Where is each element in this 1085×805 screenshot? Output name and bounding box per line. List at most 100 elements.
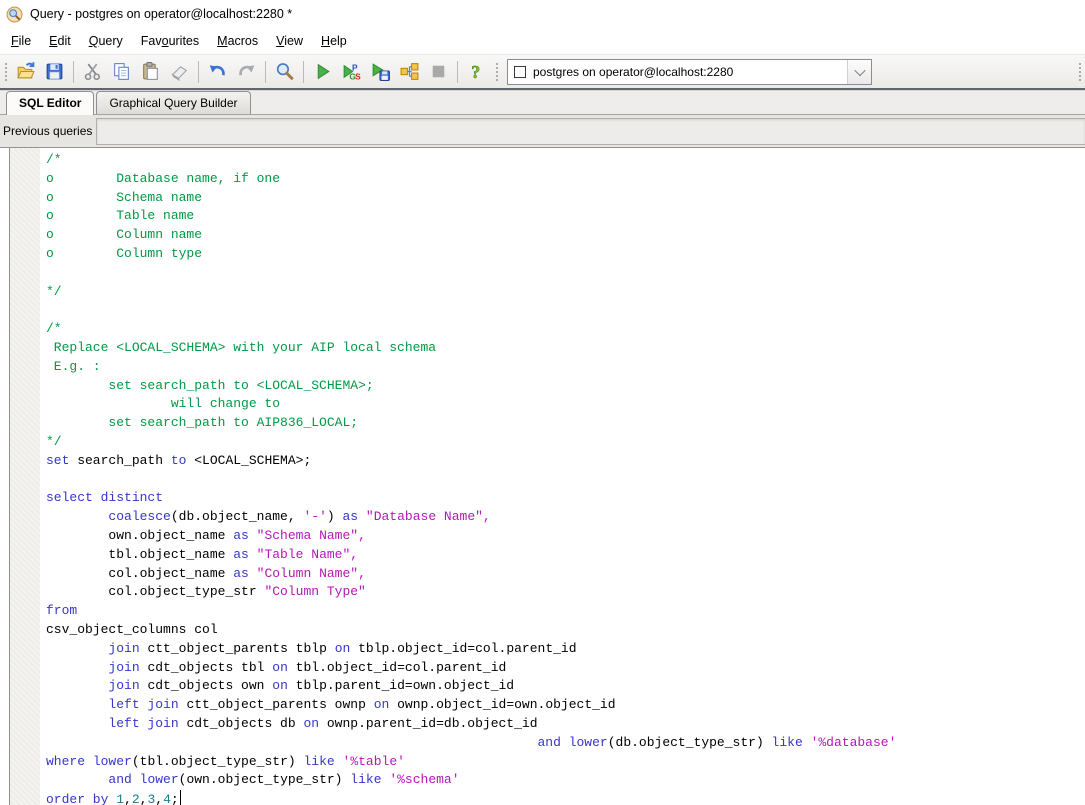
copy-icon: [111, 61, 132, 82]
code-line[interactable]: */: [46, 433, 1085, 452]
code-line[interactable]: [46, 471, 1085, 490]
code-line[interactable]: and lower(own.object_type_str) like '%sc…: [46, 771, 1085, 790]
code-line[interactable]: left join ctt_object_parents ownp on own…: [46, 696, 1085, 715]
menu-bar: File Edit Query Favourites Macros View H…: [0, 28, 1085, 54]
execute-to-file-icon: [370, 61, 391, 82]
code-line[interactable]: o Column name: [46, 226, 1085, 245]
code-line[interactable]: coalesce(db.object_name, '-') as "Databa…: [46, 508, 1085, 527]
code-line[interactable]: from: [46, 602, 1085, 621]
execute-to-file-button[interactable]: [367, 58, 394, 85]
find-button[interactable]: [271, 58, 298, 85]
menu-macros[interactable]: Macros: [208, 30, 267, 52]
svg-text:?: ?: [471, 62, 480, 82]
connection-combobox[interactable]: postgres on operator@localhost:2280: [507, 59, 872, 85]
execute-query-icon: [312, 61, 333, 82]
code-line[interactable]: set search_path to AIP836_LOCAL;: [46, 414, 1085, 433]
explain-query-button[interactable]: [396, 58, 423, 85]
code-line[interactable]: where lower(tbl.object_type_str) like '%…: [46, 753, 1085, 772]
toolbar-separator: [73, 61, 74, 83]
code-line[interactable]: o Column type: [46, 245, 1085, 264]
menu-file[interactable]: File: [2, 30, 40, 52]
code-line[interactable]: col.object_type_str "Column Type": [46, 583, 1085, 602]
menu-query[interactable]: Query: [80, 30, 132, 52]
code-line[interactable]: [46, 264, 1085, 283]
code-line[interactable]: [46, 301, 1085, 320]
code-line[interactable]: Replace <LOCAL_SCHEMA> with your AIP loc…: [46, 339, 1085, 358]
redo-button[interactable]: [233, 58, 260, 85]
code-line[interactable]: /*: [46, 320, 1085, 339]
tab-sql-editor[interactable]: SQL Editor: [6, 91, 94, 115]
open-file-button[interactable]: [12, 58, 39, 85]
execute-pgscript-icon: P G S: [341, 61, 362, 82]
toolbar: P G S: [0, 54, 1085, 88]
code-line[interactable]: o Database name, if one: [46, 170, 1085, 189]
menu-view[interactable]: View: [267, 30, 312, 52]
tab-graphical-query-builder[interactable]: Graphical Query Builder: [96, 91, 250, 114]
clear-window-icon: [169, 61, 190, 82]
editor-gutter: [10, 148, 40, 805]
sql-editor-panel: /*o Database name, if oneo Schema nameo …: [0, 147, 1085, 805]
previous-queries-label: Previous queries: [0, 124, 96, 138]
paste-icon: [140, 61, 161, 82]
execute-query-button[interactable]: [309, 58, 336, 85]
editor-tabstrip: SQL Editor Graphical Query Builder: [0, 88, 1085, 115]
copy-button[interactable]: [108, 58, 135, 85]
code-area[interactable]: /*o Database name, if oneo Schema nameo …: [40, 148, 1085, 805]
menu-help[interactable]: Help: [312, 30, 356, 52]
toolbar-separator: [265, 61, 266, 83]
toolbar-grip[interactable]: [494, 61, 499, 83]
toolbar-grip[interactable]: [1077, 61, 1082, 83]
cancel-query-icon: [428, 61, 449, 82]
code-line[interactable]: and lower(db.object_type_str) like '%dat…: [46, 734, 1085, 753]
cut-icon: [82, 61, 103, 82]
connection-color-swatch: [514, 66, 526, 78]
find-icon: [274, 61, 295, 82]
paste-button[interactable]: [137, 58, 164, 85]
code-line[interactable]: /*: [46, 151, 1085, 170]
connection-dropdown-button[interactable]: [847, 60, 871, 84]
save-button[interactable]: [41, 58, 68, 85]
clear-window-button[interactable]: [166, 58, 193, 85]
code-line[interactable]: left join cdt_objects db on ownp.parent_…: [46, 715, 1085, 734]
code-line[interactable]: tbl.object_name as "Table Name",: [46, 546, 1085, 565]
redo-icon: [236, 61, 257, 82]
toolbar-separator: [303, 61, 304, 83]
save-icon: [44, 61, 65, 82]
code-line[interactable]: join cdt_objects tbl on tbl.object_id=co…: [46, 659, 1085, 678]
chevron-down-icon: [854, 64, 865, 75]
toolbar-grip[interactable]: [3, 61, 8, 83]
toolbar-separator: [198, 61, 199, 83]
toolbar-separator: [457, 61, 458, 83]
code-line[interactable]: order by 1,2,3,4;: [46, 790, 1085, 805]
code-line[interactable]: will change to: [46, 395, 1085, 414]
code-line[interactable]: o Schema name: [46, 189, 1085, 208]
code-line[interactable]: o Table name: [46, 207, 1085, 226]
menu-edit[interactable]: Edit: [40, 30, 80, 52]
code-line[interactable]: join ctt_object_parents tblp on tblp.obj…: [46, 640, 1085, 659]
open-file-icon: [15, 61, 36, 82]
code-line[interactable]: set search_path to <LOCAL_SCHEMA>;: [46, 452, 1085, 471]
undo-icon: [207, 61, 228, 82]
code-line[interactable]: join cdt_objects own on tblp.parent_id=o…: [46, 677, 1085, 696]
previous-queries-row: Previous queries: [0, 115, 1085, 147]
execute-pgscript-button[interactable]: P G S: [338, 58, 365, 85]
svg-text:S: S: [355, 71, 361, 81]
cut-button[interactable]: [79, 58, 106, 85]
code-line[interactable]: E.g. :: [46, 358, 1085, 377]
code-line[interactable]: */: [46, 283, 1085, 302]
code-line[interactable]: select distinct: [46, 489, 1085, 508]
help-icon: ?: [466, 61, 487, 82]
previous-queries-combobox[interactable]: [96, 118, 1085, 145]
help-button[interactable]: ?: [463, 58, 490, 85]
window-title: Query - postgres on operator@localhost:2…: [30, 7, 292, 21]
cancel-query-button[interactable]: [425, 58, 452, 85]
code-line[interactable]: own.object_name as "Schema Name",: [46, 527, 1085, 546]
code-line[interactable]: csv_object_columns col: [46, 621, 1085, 640]
menu-favourites[interactable]: Favourites: [132, 30, 208, 52]
query-window: Query - postgres on operator@localhost:2…: [0, 0, 1085, 805]
explain-query-icon: [399, 61, 420, 82]
text-caret: [180, 790, 182, 805]
undo-button[interactable]: [204, 58, 231, 85]
code-line[interactable]: col.object_name as "Column Name",: [46, 565, 1085, 584]
code-line[interactable]: set search_path to <LOCAL_SCHEMA>;: [46, 377, 1085, 396]
